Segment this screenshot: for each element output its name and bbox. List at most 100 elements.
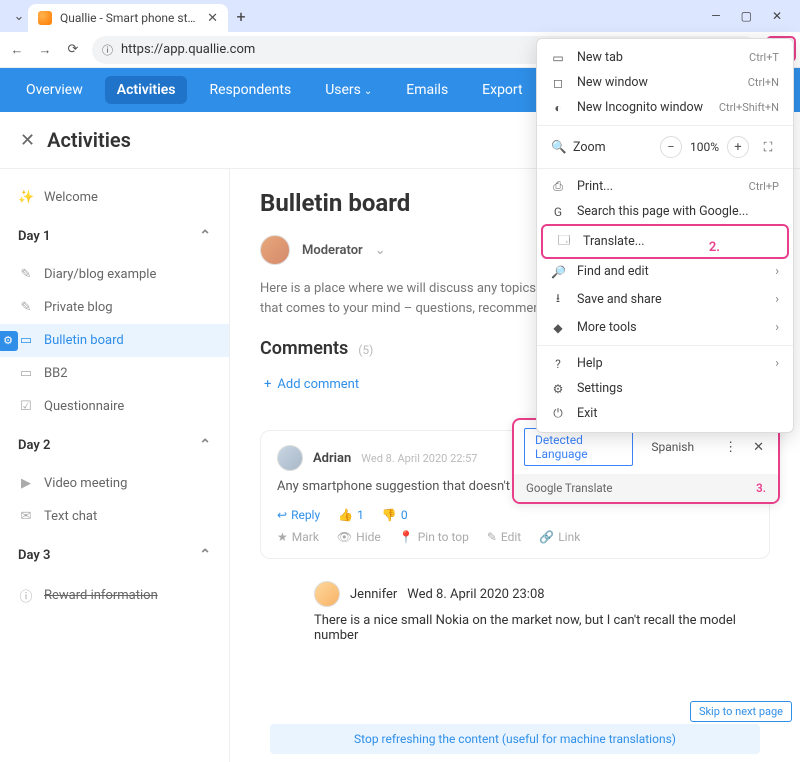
translate-close-icon[interactable]: ✕ — [749, 440, 768, 455]
sidebar-diary[interactable]: ✎Diary/blog example — [0, 258, 229, 291]
plus-icon: + — [264, 377, 271, 392]
menu-settings[interactable]: ⚙Settings — [537, 376, 793, 401]
fullscreen-icon[interactable]: ⛶ — [757, 136, 779, 158]
chevron-up-icon: ⌃ — [199, 547, 211, 563]
menu-help[interactable]: ?Help› — [537, 351, 793, 376]
reply-button[interactable]: ↩Reply — [277, 508, 320, 522]
help-icon: ? — [551, 357, 565, 371]
sidebar-chat[interactable]: ✉Text chat — [0, 500, 229, 533]
sidebar-bulletin-board[interactable]: ⚙▭Bulletin board — [0, 324, 229, 357]
edit-button[interactable]: ✎Edit — [487, 530, 521, 544]
reply-icon: ↩ — [277, 508, 287, 522]
sidebar-questionnaire[interactable]: ☑Questionnaire — [0, 390, 229, 423]
sidebar-reward[interactable]: ⓘReward information — [0, 577, 229, 614]
menu-print[interactable]: ⎙Print...Ctrl+P — [537, 174, 793, 199]
reply-body: There is a nice small Nokia on the marke… — [314, 613, 756, 643]
nav-respondents[interactable]: Respondents — [197, 76, 303, 104]
thumbs-up-icon: 👍 — [338, 508, 353, 522]
favicon-icon — [38, 11, 52, 25]
link-button[interactable]: 🔗Link — [539, 530, 580, 544]
window-minimize-icon[interactable]: — — [711, 9, 720, 23]
nav-users[interactable]: Users⌄ — [313, 76, 384, 104]
pencil-icon: ✎ — [487, 530, 497, 544]
comments-count: (5) — [358, 343, 373, 357]
note-icon: ✎ — [18, 300, 34, 315]
menu-search-page[interactable]: GSearch this page with Google... — [537, 199, 793, 224]
page-title: Activities — [47, 128, 131, 152]
sidebar-private-blog[interactable]: ✎Private blog — [0, 291, 229, 324]
form-icon: ☑ — [18, 399, 34, 414]
menu-separator — [537, 125, 793, 126]
chevron-right-icon: › — [775, 292, 779, 307]
window-maximize-icon[interactable]: ▢ — [741, 9, 752, 23]
chevron-down-icon[interactable]: ⌄ — [375, 243, 386, 258]
stop-refresh-bar[interactable]: Stop refreshing the content (useful for … — [270, 724, 760, 754]
menu-new-window[interactable]: ◻New windowCtrl+N — [537, 70, 793, 95]
translate-icon: 🗔 — [557, 231, 571, 252]
tab-close-icon[interactable]: ✕ — [207, 11, 218, 26]
downvote-button[interactable]: 👎0 — [382, 508, 408, 522]
close-icon[interactable]: ✕ — [20, 130, 35, 151]
skip-to-next-button[interactable]: Skip to next page — [690, 701, 792, 722]
tools-icon: ◆ — [551, 321, 565, 335]
nav-activities[interactable]: Activities — [105, 76, 188, 104]
reply-card: Jennifer Wed 8. April 2020 23:08 There i… — [300, 571, 770, 653]
star-icon: ★ — [277, 530, 288, 544]
thumbs-down-icon: 👎 — [382, 508, 397, 522]
browser-tab[interactable]: Quallie - Smart phone study ✕ — [28, 4, 228, 32]
forward-icon[interactable]: → — [36, 42, 54, 58]
translate-tab-spanish[interactable]: Spanish — [641, 436, 704, 458]
new-tab-button[interactable]: + — [228, 7, 254, 26]
upvote-button[interactable]: 👍1 — [338, 508, 364, 522]
chevron-right-icon: › — [775, 356, 779, 371]
pin-button[interactable]: 📍Pin to top — [399, 530, 469, 544]
sidebar-bb2[interactable]: ▭BB2 — [0, 357, 229, 390]
window-close-icon[interactable]: ✕ — [772, 9, 782, 23]
board-icon: ▭ — [18, 333, 34, 348]
zoom-value: 100% — [690, 140, 719, 154]
reply-date: Wed 8. April 2020 23:08 — [407, 587, 544, 602]
nav-overview[interactable]: Overview — [14, 76, 95, 104]
avatar — [260, 235, 290, 265]
menu-zoom: 🔍 Zoom − 100% + ⛶ — [537, 131, 793, 163]
reload-icon[interactable]: ⟳ — [64, 42, 82, 57]
menu-new-tab[interactable]: ▭New tabCtrl+T — [537, 45, 793, 70]
menu-save-share[interactable]: ⭳Save and share› — [537, 284, 793, 315]
google-icon: G — [551, 205, 565, 219]
menu-incognito[interactable]: ◐New Incognito windowCtrl+Shift+N — [537, 95, 793, 120]
sidebar: ✨Welcome Day 1⌃ ✎Diary/blog example ✎Pri… — [0, 169, 230, 762]
chevron-right-icon: › — [775, 320, 779, 335]
site-info-icon[interactable]: ⓘ — [102, 42, 113, 58]
zoom-in-button[interactable]: + — [727, 136, 749, 158]
sidebar-welcome[interactable]: ✨Welcome — [0, 181, 229, 214]
menu-exit[interactable]: ⏻Exit — [537, 401, 793, 426]
menu-more-tools[interactable]: ◆More tools› — [537, 315, 793, 340]
link-icon: 🔗 — [539, 530, 554, 544]
tab-dropdown-icon[interactable]: ⌄ — [10, 7, 28, 25]
sidebar-video[interactable]: ▶Video meeting — [0, 467, 229, 500]
sidebar-day3-header[interactable]: Day 3⌃ — [0, 533, 229, 577]
comment-actions: ↩Reply 👍1 👎0 — [277, 508, 753, 522]
mark-button[interactable]: ★Mark — [277, 530, 319, 544]
window-icon: ◻ — [551, 76, 565, 90]
save-icon: ⭳ — [551, 289, 565, 310]
translate-tab-detected[interactable]: Detected Language — [524, 428, 633, 466]
tab-title: Quallie - Smart phone study — [60, 11, 199, 25]
back-icon[interactable]: ← — [8, 42, 26, 58]
comment-author: Adrian — [313, 451, 351, 466]
menu-translate[interactable]: 🗔Translate... — [541, 224, 789, 259]
nav-export[interactable]: Export — [470, 76, 534, 104]
translate-options-icon[interactable]: ⋮ — [720, 440, 741, 455]
comment-date: Wed 8. April 2020 22:57 — [361, 452, 477, 465]
avatar — [314, 581, 340, 607]
gear-icon[interactable]: ⚙ — [0, 331, 18, 351]
sidebar-day2-header[interactable]: Day 2⌃ — [0, 423, 229, 467]
zoom-out-button[interactable]: − — [660, 136, 682, 158]
translate-footer: Google Translate — [526, 481, 613, 495]
window-controls: — ▢ ✕ — [711, 9, 794, 23]
hide-button[interactable]: 👁Hide — [337, 530, 381, 544]
menu-find[interactable]: 🔎Find and edit› — [537, 259, 793, 284]
nav-emails[interactable]: Emails — [394, 76, 460, 104]
sidebar-day1-header[interactable]: Day 1⌃ — [0, 214, 229, 258]
find-icon: 🔎 — [551, 265, 565, 279]
